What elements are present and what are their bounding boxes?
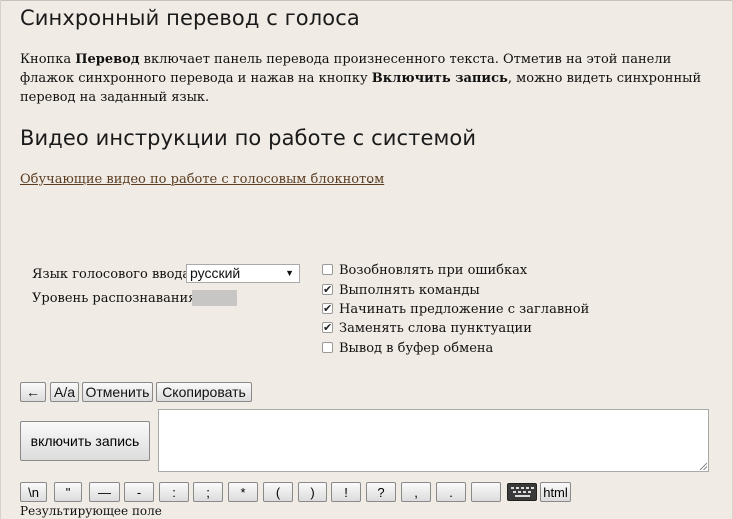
option-capitalize[interactable]: Начинать предложение с заглавной: [322, 300, 590, 319]
checkbox[interactable]: [322, 319, 333, 337]
option-replace-punctuation[interactable]: Заменять слова пунктуации: [322, 319, 532, 338]
link-suffix: .: [368, 172, 373, 187]
insert-hyphen-button[interactable]: -: [124, 482, 154, 502]
insert-space-button[interactable]: [471, 482, 501, 502]
resize-handle-icon[interactable]: [699, 462, 707, 470]
option-clipboard-output[interactable]: Вывод в буфер обмена: [322, 340, 493, 358]
video-tutorials-link[interactable]: Обучающие видео по работе с голосовым бл…: [20, 172, 384, 187]
insert-semicolon-button[interactable]: ;: [193, 482, 223, 502]
option-label: Выполнять команды: [339, 283, 480, 298]
transcript-textarea[interactable]: [158, 409, 709, 472]
lang-select[interactable]: русский ▼: [186, 264, 300, 283]
option-label: Начинать предложение с заглавной: [339, 302, 590, 317]
insert-quote-button[interactable]: ": [54, 482, 82, 502]
backspace-button[interactable]: ←: [20, 382, 46, 402]
checkbox[interactable]: [322, 300, 333, 318]
case-toggle-button[interactable]: A/a: [50, 382, 79, 402]
insert-close-paren-button[interactable]: ): [298, 482, 327, 502]
left-border: [0, 0, 1, 519]
insert-colon-button[interactable]: :: [159, 482, 189, 502]
keyboard-icon[interactable]: [507, 483, 537, 501]
option-label: Вывод в буфер обмена: [339, 341, 494, 356]
start-recording-button[interactable]: включить запись: [20, 421, 150, 461]
insert-period-button[interactable]: .: [436, 482, 466, 502]
result-field-label: Результирующее поле: [20, 504, 162, 518]
checkbox[interactable]: [322, 281, 333, 299]
undo-button[interactable]: Отменить: [82, 382, 153, 402]
insert-newline-button[interactable]: \n: [20, 482, 47, 502]
lang-label: Язык голосового ввода: [32, 267, 191, 282]
insert-question-button[interactable]: ?: [366, 482, 396, 502]
lang-select-value: русский: [190, 265, 241, 281]
recognition-level-bar: [192, 290, 237, 306]
insert-comma-button[interactable]: ,: [401, 482, 431, 502]
para-text: Кнопка: [20, 52, 76, 67]
option-resume-on-error[interactable]: Возобновлять при ошибках: [322, 262, 527, 280]
html-button[interactable]: html: [540, 482, 571, 502]
option-execute-commands[interactable]: Выполнять команды: [322, 281, 480, 300]
insert-dash-button[interactable]: —: [89, 482, 120, 502]
section-title-sync: Синхронный перевод с голоса: [20, 6, 360, 30]
insert-asterisk-button[interactable]: *: [228, 482, 258, 502]
para-bold-translate: Перевод: [75, 52, 140, 67]
sync-description: Кнопка Перевод включает панель перевода …: [20, 50, 720, 107]
option-label: Возобновлять при ошибках: [339, 263, 528, 278]
option-label: Заменять слова пунктуации: [339, 321, 532, 336]
copy-button[interactable]: Скопировать: [156, 382, 252, 402]
dropdown-arrow-icon: ▼: [285, 268, 294, 278]
level-label: Уровень распознавания: [32, 291, 197, 306]
checkbox[interactable]: [322, 264, 333, 275]
section-title-video: Видео инструкции по работе с системой: [20, 126, 477, 150]
insert-open-paren-button[interactable]: (: [263, 482, 293, 502]
para-bold-record: Включить запись: [371, 71, 508, 86]
checkbox[interactable]: [322, 342, 333, 353]
top-rule: [0, 0, 733, 1]
insert-exclamation-button[interactable]: !: [331, 482, 361, 502]
